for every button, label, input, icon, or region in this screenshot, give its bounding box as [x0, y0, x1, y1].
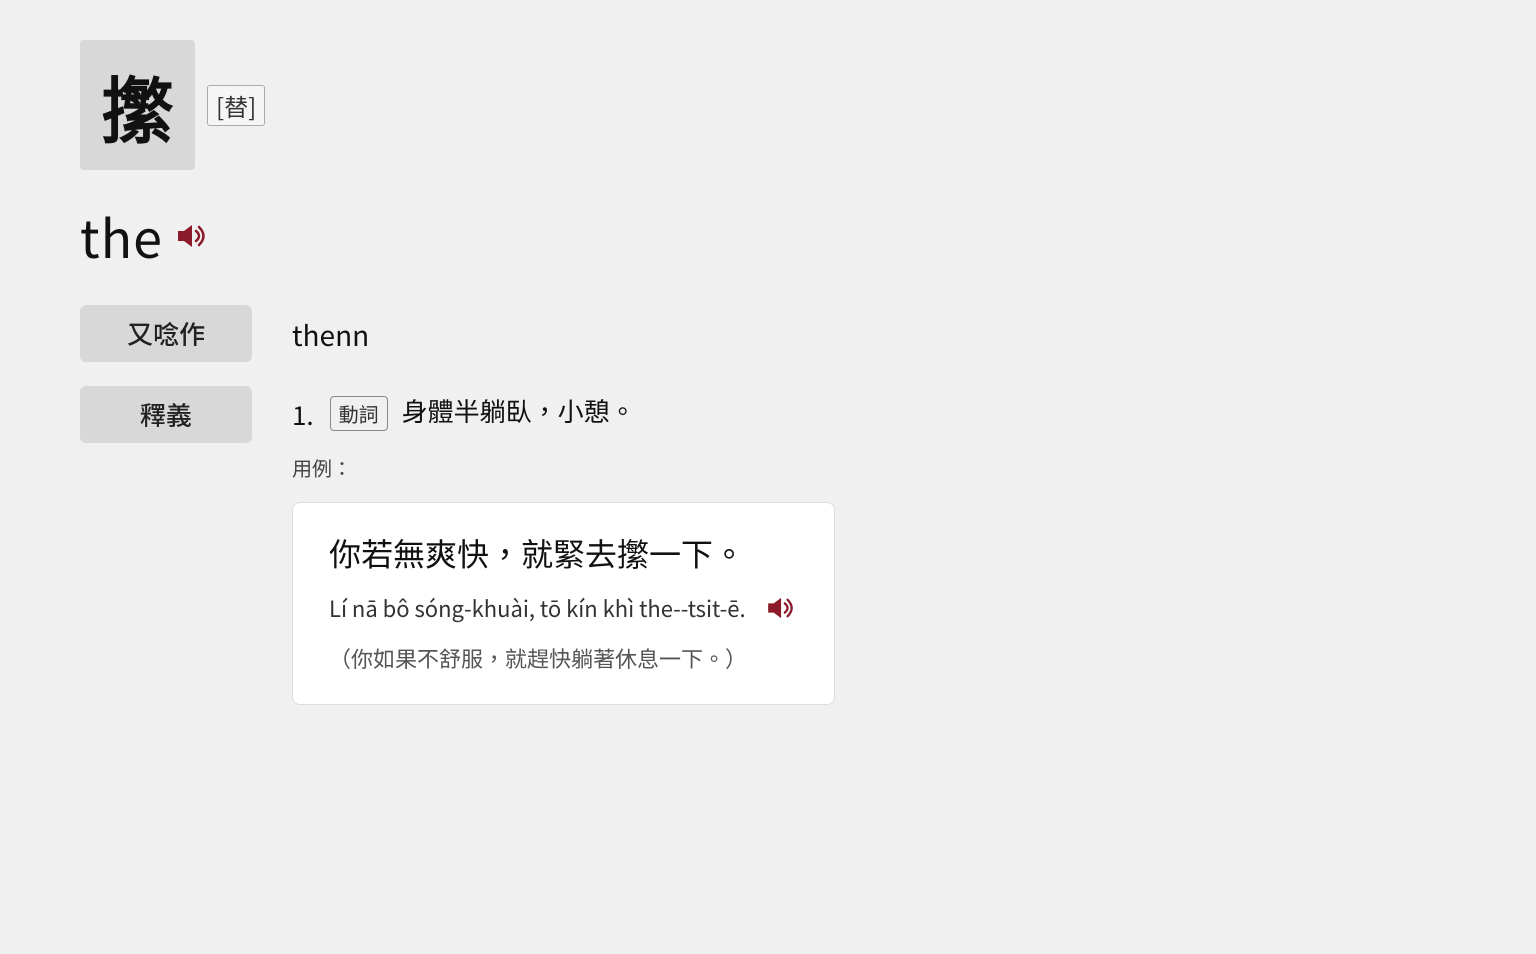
- character-tag: [替]: [207, 85, 265, 126]
- definition-label: 釋義: [80, 386, 252, 443]
- example-romanization-row: Lí nā bô sóng-khuài, tō kín khì the--tsi…: [329, 592, 798, 625]
- definition-text: 身體半躺臥，小憩。: [402, 392, 636, 429]
- definition-content: 1. 動詞 身體半躺臥，小憩。 用例： 你若無爽快，就緊去㩯一下。 Lí nā …: [292, 386, 835, 705]
- alt-pronunciation-label: 又唸作: [80, 305, 252, 362]
- alt-pronunciation-value: thenn: [292, 311, 369, 355]
- example-box: 你若無爽快，就緊去㩯一下。 Lí nā bô sóng-khuài, tō kí…: [292, 502, 835, 705]
- example-translation: （你如果不舒服，就趕快躺著休息一下。）: [329, 641, 798, 676]
- example-chinese: 你若無爽快，就緊去㩯一下。: [329, 531, 798, 576]
- pos-tag: 動詞: [330, 396, 388, 431]
- pronunciation-row: the: [80, 198, 1456, 273]
- example-label: 用例：: [292, 453, 835, 482]
- definition-item: 1. 動詞 身體半躺臥，小憩。: [292, 392, 835, 433]
- alt-pronunciation-row: 又唸作 thenn: [80, 305, 1456, 362]
- character-header: 㩯 [替]: [80, 40, 1456, 170]
- pronunciation-text: the: [80, 198, 163, 273]
- example-speaker-button[interactable]: [766, 594, 798, 622]
- speaker-icon: [178, 223, 208, 249]
- example-romanization: Lí nā bô sóng-khuài, tō kín khì the--tsi…: [329, 592, 746, 625]
- definition-body: 動詞 身體半躺臥，小憩。: [330, 392, 636, 431]
- alt-pronunciation-content: thenn: [292, 305, 369, 355]
- example-speaker-icon: [768, 596, 796, 620]
- character-glyph: 㩯: [80, 40, 195, 170]
- definition-number: 1.: [292, 392, 314, 433]
- pronunciation-speaker-button[interactable]: [177, 222, 209, 250]
- definition-row: 釋義 1. 動詞 身體半躺臥，小憩。 用例： 你若無爽快，就緊去㩯一下。 Lí …: [80, 386, 1456, 705]
